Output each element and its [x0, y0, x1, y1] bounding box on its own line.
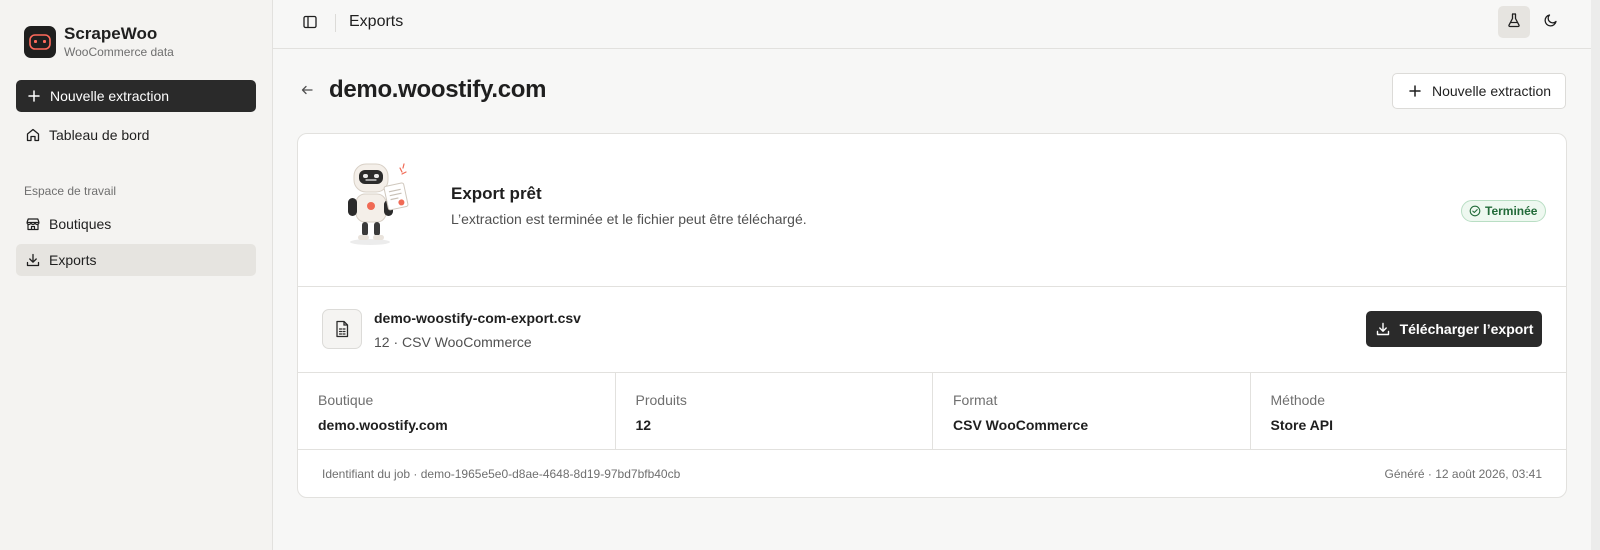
download-icon — [1375, 321, 1391, 337]
new-extraction-button-header[interactable]: Nouvelle extraction — [1392, 73, 1566, 109]
export-stats: Boutique demo.woostify.com Produits 12 F… — [298, 373, 1567, 450]
sidebar-item-label: Exports — [49, 252, 97, 268]
plus-icon — [1407, 83, 1423, 99]
stat-value: Store API — [1270, 417, 1334, 433]
file-row: demo-woostify-com-export.csv 12 · CSV Wo… — [298, 287, 1566, 373]
stat-label: Format — [953, 392, 998, 408]
file-name: demo-woostify-com-export.csv — [374, 310, 581, 326]
lab-button[interactable] — [1498, 6, 1530, 38]
stat-format: Format CSV WooCommerce — [933, 373, 1251, 450]
page-scrollbar[interactable] — [1591, 0, 1600, 550]
status-label: Terminée — [1485, 204, 1538, 218]
sidebar-item-exports[interactable]: Exports — [16, 244, 256, 276]
sidebar-toggle-button[interactable] — [297, 11, 323, 37]
stat-value: CSV WooCommerce — [953, 417, 1089, 433]
stat-boutique: Boutique demo.woostify.com — [298, 373, 616, 450]
sidebar-item-label: Boutiques — [49, 216, 112, 232]
new-extraction-label: Nouvelle extraction — [1431, 83, 1552, 99]
check-circle-icon — [1469, 205, 1481, 217]
brand-name: ScrapeWoo — [64, 24, 158, 43]
new-extraction-button[interactable]: Nouvelle extraction — [16, 80, 256, 112]
export-card: Export prêt L’extraction est terminée et… — [297, 133, 1567, 498]
generated-timestamp: Généré · 12 août 2026, 03:41 — [1384, 467, 1542, 481]
export-status-header: Export prêt L’extraction est terminée et… — [298, 134, 1566, 287]
topbar: Exports — [273, 0, 1591, 49]
breadcrumb: Exports — [349, 13, 404, 30]
back-button[interactable] — [295, 80, 319, 104]
plus-icon — [26, 88, 42, 104]
file-spreadsheet-icon — [322, 309, 362, 349]
page-title: demo.woostify.com — [329, 76, 547, 103]
download-export-label: Télécharger l’export — [1399, 321, 1534, 337]
home-icon — [25, 127, 41, 143]
stat-label: Produits — [635, 392, 687, 408]
file-meta: 12 · CSV WooCommerce — [374, 334, 532, 350]
moon-icon — [1543, 12, 1559, 33]
stat-methode: Méthode Store API — [1251, 373, 1567, 450]
brand[interactable]: ScrapeWoo WooCommerce data — [24, 24, 174, 59]
sidebar: ScrapeWoo WooCommerce data Nouvelle extr… — [0, 0, 273, 550]
arrow-left-icon — [299, 82, 315, 103]
stat-label: Méthode — [1270, 392, 1325, 408]
robot-logo-icon — [24, 25, 56, 58]
workspace-section-label: Espace de travail — [24, 184, 117, 198]
sidebar-item-label: Tableau de bord — [49, 127, 150, 143]
flask-icon — [1506, 12, 1522, 33]
stat-value: demo.woostify.com — [318, 417, 448, 433]
sidebar-panel-icon — [302, 14, 318, 35]
job-id: Identifiant du job · demo-1965e5e0-d8ae-… — [322, 467, 681, 481]
brand-subtitle: WooCommerce data — [64, 45, 174, 59]
theme-toggle-button[interactable] — [1535, 6, 1567, 38]
stat-value: 12 — [635, 417, 652, 433]
store-icon — [25, 216, 41, 232]
status-badge: Terminée — [1461, 200, 1547, 222]
stat-label: Boutique — [318, 392, 374, 408]
new-extraction-label: Nouvelle extraction — [50, 88, 170, 104]
stat-produits: Produits 12 — [616, 373, 933, 450]
sidebar-item-boutiques[interactable]: Boutiques — [16, 208, 256, 240]
topbar-divider — [335, 14, 336, 32]
download-icon — [25, 252, 41, 268]
export-ready-title: Export prêt — [451, 184, 542, 203]
robot-illustration-icon — [342, 160, 414, 246]
download-export-button[interactable]: Télécharger l’export — [1366, 311, 1542, 347]
sidebar-item-dashboard[interactable]: Tableau de bord — [16, 119, 256, 151]
main-content: Exports demo.woostify.com Nouvelle extra… — [273, 0, 1591, 550]
export-ready-description: L’extraction est terminée et le fichier … — [451, 211, 807, 227]
